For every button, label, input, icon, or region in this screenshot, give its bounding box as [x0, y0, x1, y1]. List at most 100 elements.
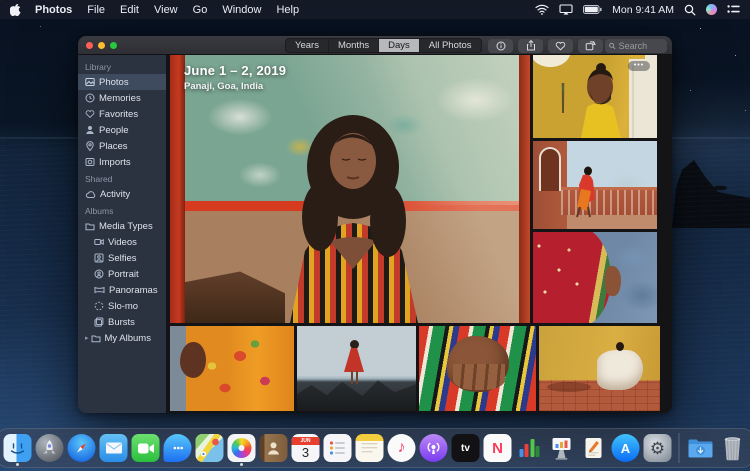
sidebar-item-favorites[interactable]: Favorites	[78, 106, 166, 122]
dock-mail-icon[interactable]	[99, 431, 129, 465]
sidebar-item-selfies[interactable]: Selfies	[78, 250, 166, 266]
more-options-button[interactable]: •••	[628, 61, 650, 71]
favorites-icon	[85, 109, 95, 119]
tv-glyph: tv	[461, 443, 470, 454]
fingers	[453, 364, 505, 390]
photo-hand-striped-fabric[interactable]	[419, 326, 536, 411]
photo-child-on-rocks[interactable]	[297, 326, 416, 411]
menu-clock[interactable]: Mon 9:41 AM	[612, 4, 674, 16]
sidebar-item-activity[interactable]: Activity	[78, 186, 166, 202]
dock-reminders-icon[interactable]	[323, 431, 353, 465]
dancer-shadow	[547, 382, 591, 392]
sidebar-item-label: Places	[99, 141, 128, 152]
people-icon	[85, 125, 95, 135]
view-segmented-control: Years Months Days All Photos	[285, 38, 482, 53]
dock-messages-icon[interactable]	[163, 431, 193, 465]
photo-main-woman-striped-top[interactable]: June 1 – 2, 2019 Panaji, Goa, India	[170, 55, 530, 323]
photo-dancer-white-dress[interactable]	[539, 326, 660, 411]
menu-help[interactable]: Help	[276, 4, 299, 16]
dock-notes-icon[interactable]	[355, 431, 385, 465]
sidebar-item-bursts[interactable]: Bursts	[78, 314, 166, 330]
dock-news-icon[interactable]: N	[483, 431, 513, 465]
dock-launchpad-icon[interactable]	[35, 431, 65, 465]
sidebar-item-label: Media Types	[99, 221, 153, 232]
photo-man-yellow-kurta[interactable]: •••	[533, 55, 657, 138]
child-figure	[343, 340, 365, 384]
sidebar-item-photos[interactable]: Photos	[78, 74, 166, 90]
zoom-window-button[interactable]	[110, 42, 117, 49]
sidebar-item-imports[interactable]: Imports	[78, 154, 166, 170]
tab-all-photos[interactable]: All Photos	[420, 39, 481, 52]
apple-menu-icon[interactable]	[10, 3, 21, 16]
menu-edit[interactable]: Edit	[120, 4, 139, 16]
activity-icon	[85, 190, 96, 199]
sidebar-item-label: Selfies	[108, 253, 137, 264]
info-button[interactable]	[488, 39, 513, 53]
dock-tv-icon[interactable]: tv	[451, 431, 481, 465]
folder-icon	[85, 222, 95, 231]
photo-woman-red-headscarf[interactable]	[533, 232, 657, 323]
close-window-button[interactable]	[86, 42, 93, 49]
dock-numbers-icon[interactable]	[515, 431, 545, 465]
screen-mirroring-icon[interactable]	[559, 4, 573, 15]
sidebar-item-videos[interactable]: Videos	[78, 234, 166, 250]
tab-months[interactable]: Months	[329, 39, 379, 52]
window-titlebar[interactable]: Years Months Days All Photos	[78, 36, 672, 55]
sidebar-item-label: My Albums	[105, 333, 151, 344]
menu-app-name[interactable]: Photos	[35, 4, 72, 16]
sidebar-item-panoramas[interactable]: Panoramas	[78, 282, 166, 298]
dock-music-icon[interactable]: ♪	[387, 431, 417, 465]
dock-contacts-icon[interactable]	[259, 431, 289, 465]
disclosure-triangle-icon[interactable]: ▸	[85, 334, 89, 342]
sidebar-item-label: Favorites	[99, 109, 138, 120]
tab-years[interactable]: Years	[286, 39, 329, 52]
music-note-glyph: ♪	[398, 439, 406, 457]
dock-finder-icon[interactable]	[3, 431, 33, 465]
menu-view[interactable]: View	[154, 4, 178, 16]
menu-file[interactable]: File	[87, 4, 105, 16]
toolbar-search-field[interactable]	[605, 39, 667, 53]
sidebar-header-albums: Albums	[78, 202, 166, 218]
gear-icon: ⚙	[650, 440, 665, 457]
dock-calendar-icon[interactable]: JUN 3	[291, 431, 321, 465]
sidebar-item-places[interactable]: Places	[78, 138, 166, 154]
search-input[interactable]	[619, 41, 663, 51]
sidebar-item-portrait[interactable]: Portrait	[78, 266, 166, 282]
share-button[interactable]	[518, 39, 543, 53]
face-profile	[605, 266, 621, 296]
dock-downloads-folder-icon[interactable]	[686, 431, 716, 465]
sidebar-item-slo-mo[interactable]: Slo-mo	[78, 298, 166, 314]
dock-app-store-icon[interactable]: A	[611, 431, 641, 465]
notification-center-icon[interactable]	[727, 4, 740, 15]
favorite-button[interactable]	[548, 39, 573, 53]
sidebar-item-people[interactable]: People	[78, 122, 166, 138]
news-glyph: N	[492, 440, 503, 457]
dock-pages-icon[interactable]	[579, 431, 609, 465]
dock-podcasts-icon[interactable]	[419, 431, 449, 465]
dock-keynote-icon[interactable]	[547, 431, 577, 465]
sidebar-item-memories[interactable]: Memories	[78, 90, 166, 106]
search-icon	[609, 42, 616, 50]
dock-maps-icon[interactable]	[195, 431, 225, 465]
dock-trash-icon[interactable]	[718, 431, 748, 465]
dock-facetime-icon[interactable]	[131, 431, 161, 465]
minimize-window-button[interactable]	[98, 42, 105, 49]
bar-chart-glyph	[519, 439, 540, 457]
spotlight-search-icon[interactable]	[684, 4, 696, 16]
photo-woman-red-sari-monument[interactable]	[533, 141, 657, 229]
menu-go[interactable]: Go	[193, 4, 208, 16]
sidebar-item-media-types[interactable]: Media Types	[78, 218, 166, 234]
sidebar-item-my-albums[interactable]: ▸ My Albums	[78, 330, 166, 346]
sidebar-header-shared: Shared	[78, 170, 166, 186]
dock-system-preferences-icon[interactable]: ⚙	[643, 431, 673, 465]
battery-icon[interactable]	[583, 5, 602, 14]
dock-photos-icon[interactable]	[227, 431, 257, 465]
sidebar-item-label: Imports	[99, 157, 131, 168]
menu-window[interactable]: Window	[222, 4, 261, 16]
dock-safari-icon[interactable]	[67, 431, 97, 465]
wifi-icon[interactable]	[535, 4, 549, 15]
tab-days[interactable]: Days	[379, 39, 420, 52]
rotate-button[interactable]	[578, 39, 603, 53]
photo-woman-orange-scarf[interactable]	[170, 326, 294, 411]
siri-icon[interactable]	[706, 4, 717, 15]
